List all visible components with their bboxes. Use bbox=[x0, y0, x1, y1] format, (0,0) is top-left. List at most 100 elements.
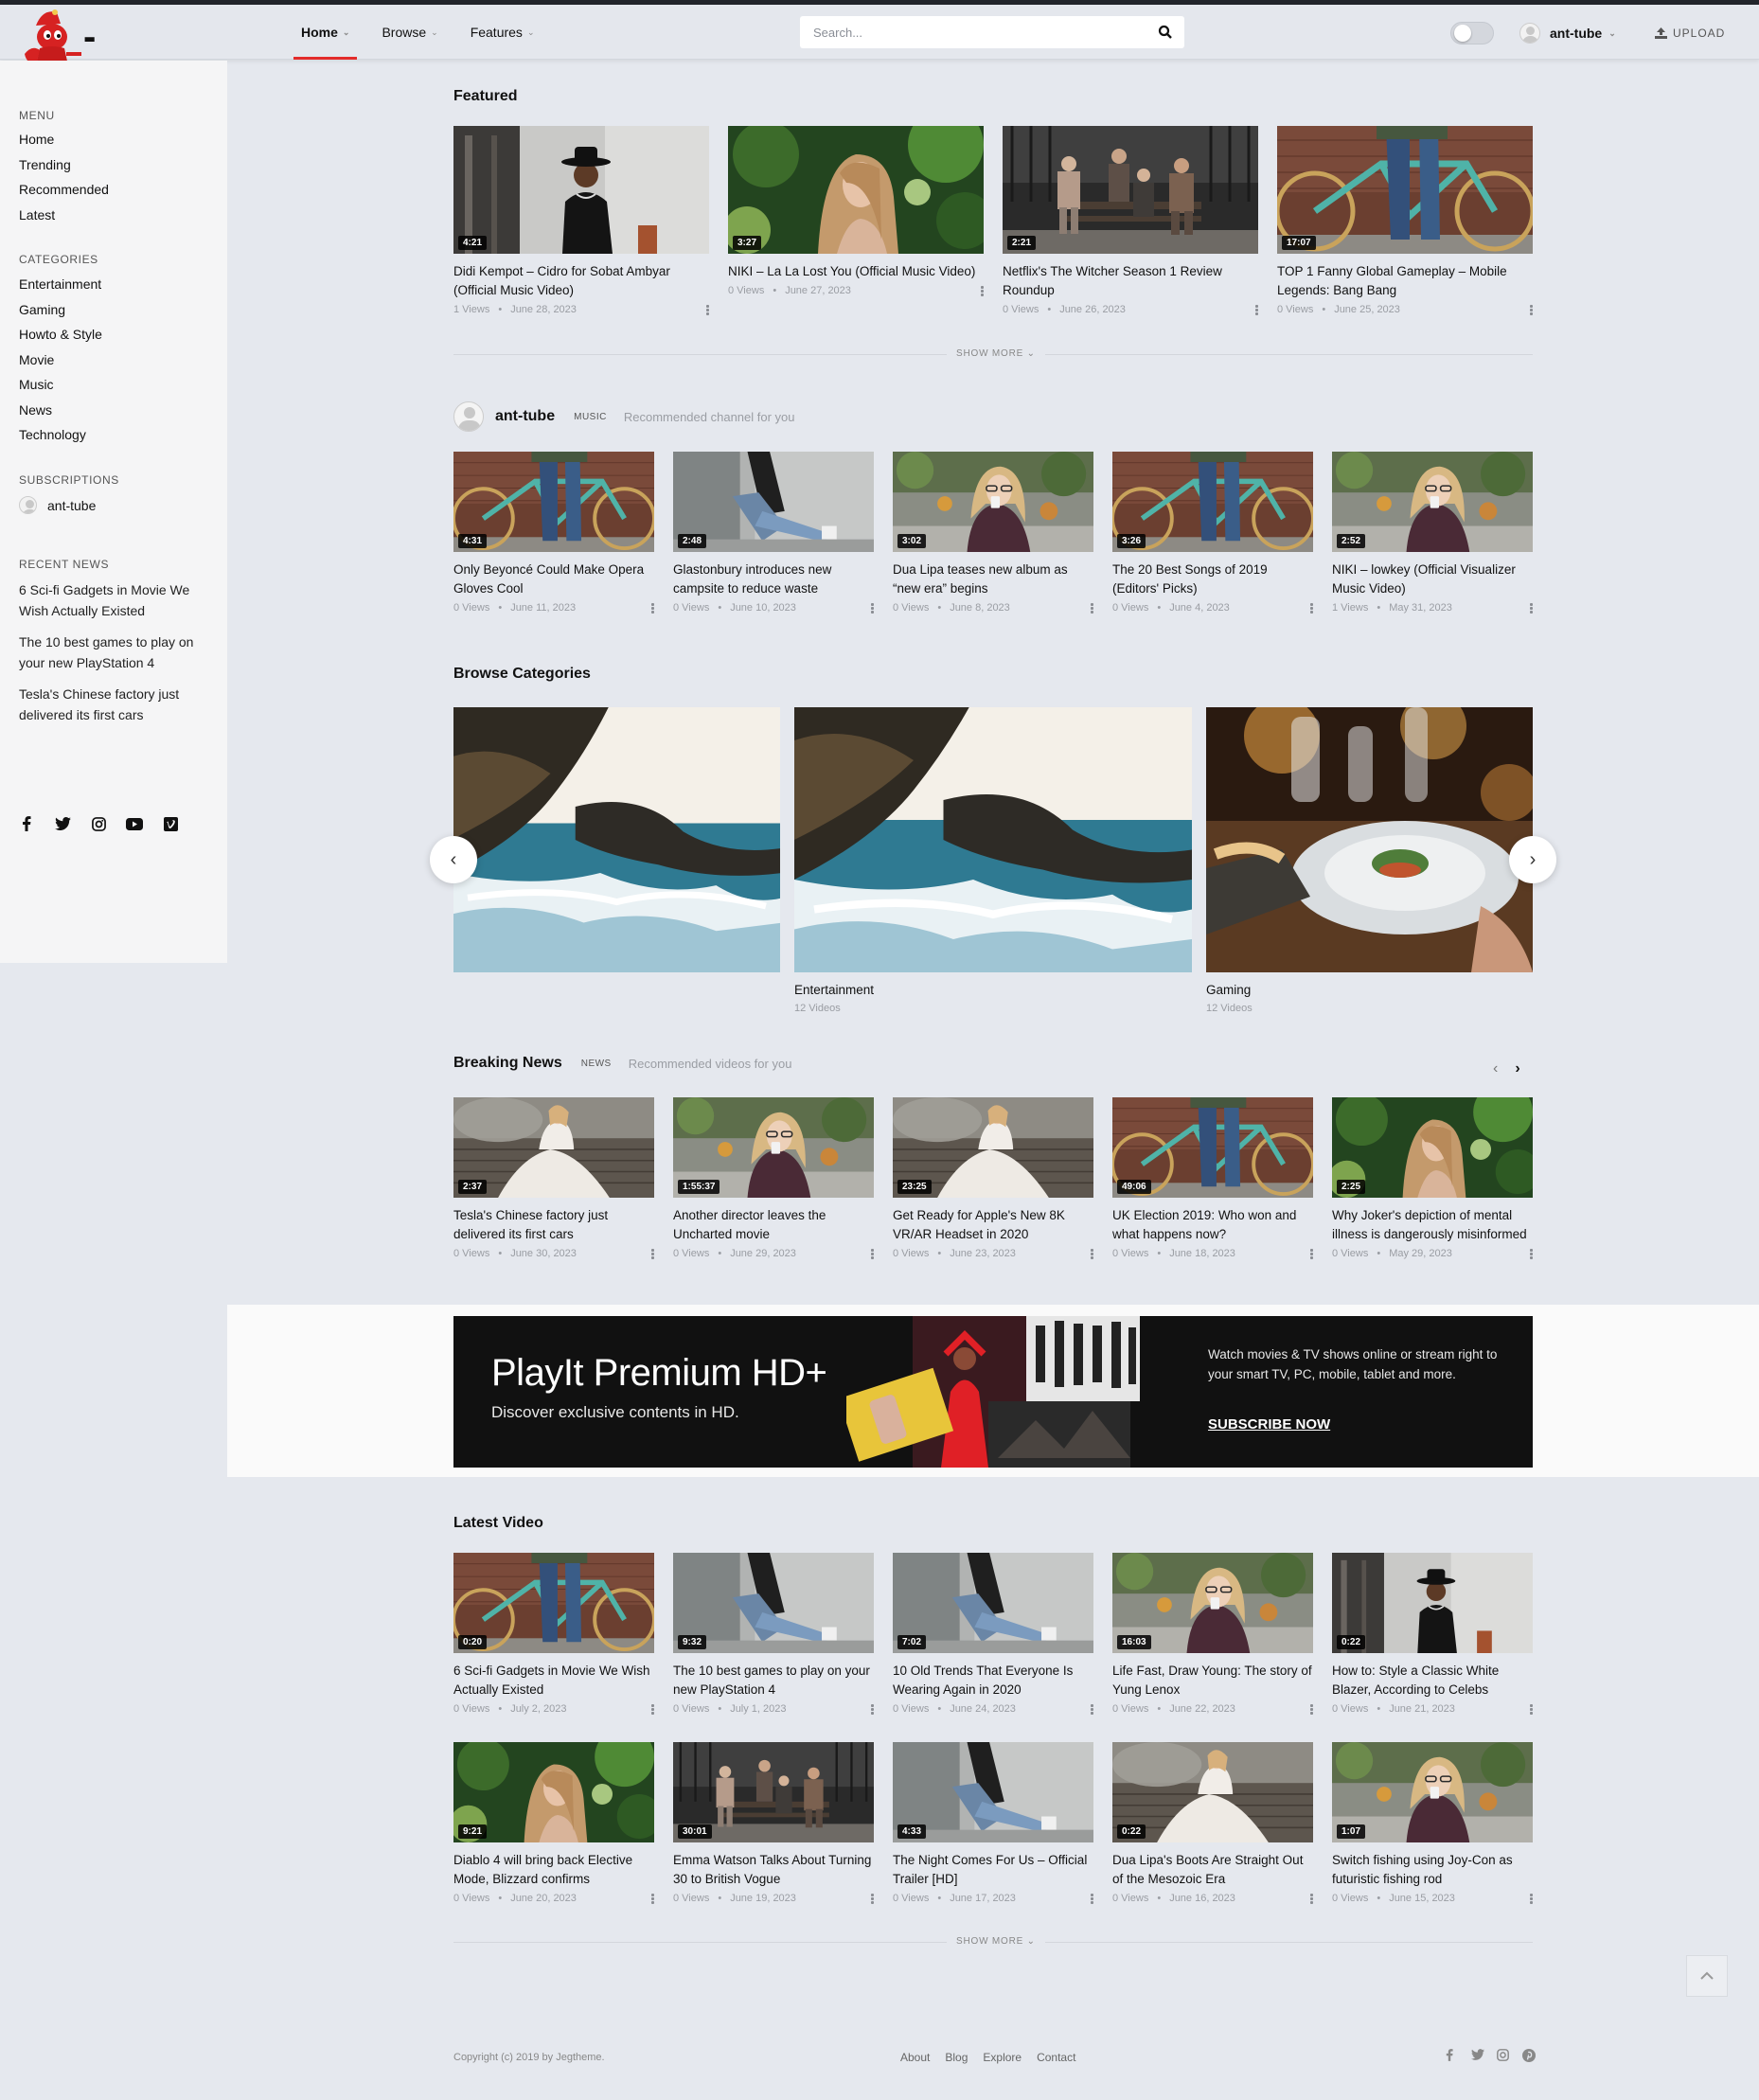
video-card[interactable]: 9:32 The 10 best games to play on your n… bbox=[673, 1553, 874, 1715]
video-card[interactable]: 3:27 NIKI – La La Lost You (Official Mus… bbox=[728, 126, 984, 296]
more-options-icon[interactable] bbox=[1255, 305, 1258, 315]
facebook-icon[interactable] bbox=[1446, 2049, 1459, 2062]
sidebar-item-recommended[interactable]: Recommended bbox=[19, 182, 109, 197]
twitter-icon[interactable] bbox=[53, 814, 72, 833]
video-title[interactable]: Netflix's The Witcher Season 1 Review Ro… bbox=[1003, 262, 1258, 300]
category-tile-gaming[interactable] bbox=[1206, 707, 1533, 972]
video-title[interactable]: 6 Sci-fi Gadgets in Movie We Wish Actual… bbox=[453, 1662, 654, 1700]
video-thumbnail[interactable]: 2:48 bbox=[673, 452, 874, 552]
breaking-news-tag[interactable]: NEWS bbox=[581, 1059, 612, 1069]
video-thumbnail[interactable]: 3:02 bbox=[893, 452, 1093, 552]
video-thumbnail[interactable]: 4:31 bbox=[453, 452, 654, 552]
video-thumbnail[interactable]: 2:52 bbox=[1332, 452, 1533, 552]
video-card[interactable]: 2:25 Why Joker's depiction of mental ill… bbox=[1332, 1097, 1533, 1259]
video-thumbnail[interactable]: 1:07 bbox=[1332, 1742, 1533, 1842]
video-thumbnail[interactable]: 2:37 bbox=[453, 1097, 654, 1198]
video-title[interactable]: Another director leaves the Uncharted mo… bbox=[673, 1206, 874, 1244]
subscribe-now-link[interactable]: SUBSCRIBE NOW bbox=[1208, 1416, 1330, 1433]
instagram-icon[interactable] bbox=[89, 814, 108, 833]
video-thumbnail[interactable]: 0:22 bbox=[1332, 1553, 1533, 1653]
search-input[interactable] bbox=[813, 16, 1135, 48]
sidebar-item-entertainment[interactable]: Entertainment bbox=[19, 276, 101, 292]
video-title[interactable]: The Night Comes For Us – Official Traile… bbox=[893, 1851, 1093, 1889]
carousel-prev-button[interactable]: ‹ bbox=[430, 836, 477, 883]
more-options-icon[interactable] bbox=[1530, 305, 1533, 315]
video-title[interactable]: Only Beyoncé Could Make Opera Gloves Coo… bbox=[453, 561, 654, 598]
video-card[interactable]: 0:22 How to: Style a Classic White Blaze… bbox=[1332, 1553, 1533, 1715]
dark-mode-toggle[interactable] bbox=[1450, 22, 1494, 44]
more-options-icon[interactable] bbox=[706, 305, 709, 315]
video-card[interactable]: 4:21 Didi Kempot – Cidro for Sobat Ambya… bbox=[453, 126, 709, 315]
more-options-icon[interactable] bbox=[871, 603, 874, 614]
video-title[interactable]: Diablo 4 will bring back Elective Mode, … bbox=[453, 1851, 654, 1889]
scroll-to-top-button[interactable] bbox=[1686, 1955, 1728, 1997]
chevron-right-icon[interactable]: › bbox=[1515, 1060, 1519, 1077]
video-card[interactable]: 49:06 UK Election 2019: Who won and what… bbox=[1112, 1097, 1313, 1259]
video-title[interactable]: Tesla's Chinese factory just delivered i… bbox=[453, 1206, 654, 1244]
carousel-next-button[interactable]: › bbox=[1509, 836, 1556, 883]
video-thumbnail[interactable]: 2:21 bbox=[1003, 126, 1258, 254]
sidebar-item-trending[interactable]: Trending bbox=[19, 157, 71, 172]
video-title[interactable]: 10 Old Trends That Everyone Is Wearing A… bbox=[893, 1662, 1093, 1700]
avatar[interactable] bbox=[453, 401, 484, 432]
sidebar-item-technology[interactable]: Technology bbox=[19, 427, 86, 442]
video-card[interactable]: 2:52 NIKI – lowkey (Official Visualizer … bbox=[1332, 452, 1533, 614]
more-options-icon[interactable] bbox=[651, 1894, 654, 1904]
more-options-icon[interactable] bbox=[871, 1249, 874, 1259]
more-options-icon[interactable] bbox=[651, 1704, 654, 1715]
category-label[interactable]: Entertainment bbox=[794, 983, 874, 997]
show-more-button[interactable]: SHOW MORE ⌄ bbox=[947, 1936, 1045, 1947]
video-card[interactable]: 30:01 Emma Watson Talks About Turning 30… bbox=[673, 1742, 874, 1904]
video-title[interactable]: TOP 1 Fanny Global Gameplay – Mobile Leg… bbox=[1277, 262, 1533, 300]
video-card[interactable]: 0:22 Dua Lipa's Boots Are Straight Out o… bbox=[1112, 1742, 1313, 1904]
video-card[interactable]: 0:20 6 Sci-fi Gadgets in Movie We Wish A… bbox=[453, 1553, 654, 1715]
video-thumbnail[interactable]: 4:33 bbox=[893, 1742, 1093, 1842]
video-title[interactable]: Get Ready for Apple's New 8K VR/AR Heads… bbox=[893, 1206, 1093, 1244]
video-thumbnail[interactable]: 0:20 bbox=[453, 1553, 654, 1653]
sidebar-item-latest[interactable]: Latest bbox=[19, 207, 55, 222]
show-more-button[interactable]: SHOW MORE ⌄ bbox=[947, 348, 1045, 359]
category-label[interactable]: Gaming bbox=[1206, 983, 1251, 997]
sidebar-item-movie[interactable]: Movie bbox=[19, 352, 54, 367]
video-title[interactable]: Dua Lipa's Boots Are Straight Out of the… bbox=[1112, 1851, 1313, 1889]
footer-link-about[interactable]: About bbox=[900, 2051, 930, 2064]
video-card[interactable]: 2:48 Glastonbury introduces new campsite… bbox=[673, 452, 874, 614]
sidebar-subscription-item[interactable]: ant-tube bbox=[19, 496, 96, 514]
recent-news-item[interactable]: Tesla's Chinese factory just delivered i… bbox=[19, 684, 213, 725]
more-options-icon[interactable] bbox=[981, 286, 984, 296]
video-title[interactable]: Switch fishing using Joy-Con as futurist… bbox=[1332, 1851, 1533, 1889]
video-title[interactable]: The 10 best games to play on your new Pl… bbox=[673, 1662, 874, 1700]
video-title[interactable]: Dua Lipa teases new album as “new era” b… bbox=[893, 561, 1093, 598]
more-options-icon[interactable] bbox=[1530, 603, 1533, 614]
video-card[interactable]: 3:26 The 20 Best Songs of 2019 (Editors'… bbox=[1112, 452, 1313, 614]
more-options-icon[interactable] bbox=[1530, 1249, 1533, 1259]
more-options-icon[interactable] bbox=[1091, 603, 1093, 614]
video-card[interactable]: 17:07 TOP 1 Fanny Global Gameplay – Mobi… bbox=[1277, 126, 1533, 315]
more-options-icon[interactable] bbox=[1530, 1894, 1533, 1904]
video-thumbnail[interactable]: 30:01 bbox=[673, 1742, 874, 1842]
video-thumbnail[interactable]: 49:06 bbox=[1112, 1097, 1313, 1198]
video-thumbnail[interactable]: 3:27 bbox=[728, 126, 984, 254]
video-card[interactable]: 4:31 Only Beyoncé Could Make Opera Glove… bbox=[453, 452, 654, 614]
sidebar-item-music[interactable]: Music bbox=[19, 377, 54, 392]
channel-tag[interactable]: MUSIC bbox=[574, 412, 607, 422]
video-title[interactable]: Life Fast, Draw Young: The story of Yung… bbox=[1112, 1662, 1313, 1700]
pinterest-icon[interactable] bbox=[1522, 2049, 1536, 2062]
more-options-icon[interactable] bbox=[1310, 603, 1313, 614]
more-options-icon[interactable] bbox=[871, 1704, 874, 1715]
video-card[interactable]: 1:55:37 Another director leaves the Unch… bbox=[673, 1097, 874, 1259]
video-card[interactable]: 16:03 Life Fast, Draw Young: The story o… bbox=[1112, 1553, 1313, 1715]
twitter-icon[interactable] bbox=[1471, 2049, 1484, 2062]
more-options-icon[interactable] bbox=[1310, 1704, 1313, 1715]
facebook-icon[interactable] bbox=[17, 814, 36, 833]
recent-news-item[interactable]: 6 Sci-fi Gadgets in Movie We Wish Actual… bbox=[19, 579, 213, 621]
video-thumbnail[interactable]: 16:03 bbox=[1112, 1553, 1313, 1653]
sidebar-item-howto-style[interactable]: Howto & Style bbox=[19, 327, 102, 342]
video-title[interactable]: The 20 Best Songs of 2019 (Editors' Pick… bbox=[1112, 561, 1313, 598]
category-tile[interactable] bbox=[453, 707, 780, 972]
video-title[interactable]: How to: Style a Classic White Blazer, Ac… bbox=[1332, 1662, 1533, 1700]
more-options-icon[interactable] bbox=[1091, 1249, 1093, 1259]
promo-banner[interactable]: PlayIt Premium HD+ Discover exclusive co… bbox=[453, 1316, 1533, 1468]
video-title[interactable]: Didi Kempot – Cidro for Sobat Ambyar (Of… bbox=[453, 262, 709, 300]
more-options-icon[interactable] bbox=[651, 1249, 654, 1259]
